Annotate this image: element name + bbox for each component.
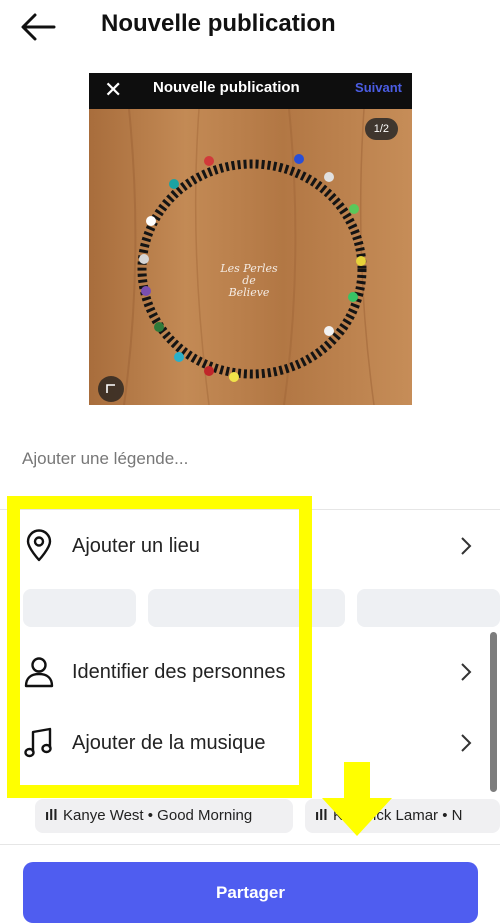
post-image-preview[interactable]: Les Perles de Believe ✕ Nouvelle publicati… xyxy=(89,73,412,405)
divider xyxy=(0,844,500,845)
page-counter-badge: 1/2 xyxy=(364,118,398,140)
expand-icon[interactable] xyxy=(98,376,124,402)
page-title: Nouvelle publication xyxy=(101,10,336,37)
annotation-down-arrow-icon xyxy=(322,762,392,836)
music-suggestion-chip[interactable]: ıll Kanye West • Good Morning xyxy=(35,799,293,833)
chevron-right-icon xyxy=(461,734,472,752)
scrollbar[interactable] xyxy=(490,632,497,792)
inner-title: Nouvelle publication xyxy=(153,79,300,96)
inner-close-icon: ✕ xyxy=(104,77,123,102)
inner-next-link: Suivant xyxy=(355,80,402,95)
chevron-right-icon xyxy=(461,537,472,555)
back-arrow-icon[interactable] xyxy=(20,12,56,42)
music-suggestion-label: Kanye West • Good Morning xyxy=(63,807,253,824)
location-suggestion-chip[interactable] xyxy=(357,589,500,627)
inner-app-bar: ✕ Nouvelle publication Suivant xyxy=(89,73,412,109)
necklace-image xyxy=(137,154,367,382)
audio-bars-icon: ıll xyxy=(45,807,58,824)
highlight-annotation-box xyxy=(7,496,312,798)
share-button[interactable]: Partager xyxy=(23,862,478,923)
watermark-logo: Les Perles de Believe xyxy=(220,262,278,299)
caption-input[interactable]: Ajouter une légende... xyxy=(22,449,188,469)
header: Nouvelle publication xyxy=(0,0,500,56)
chevron-right-icon xyxy=(461,663,472,681)
